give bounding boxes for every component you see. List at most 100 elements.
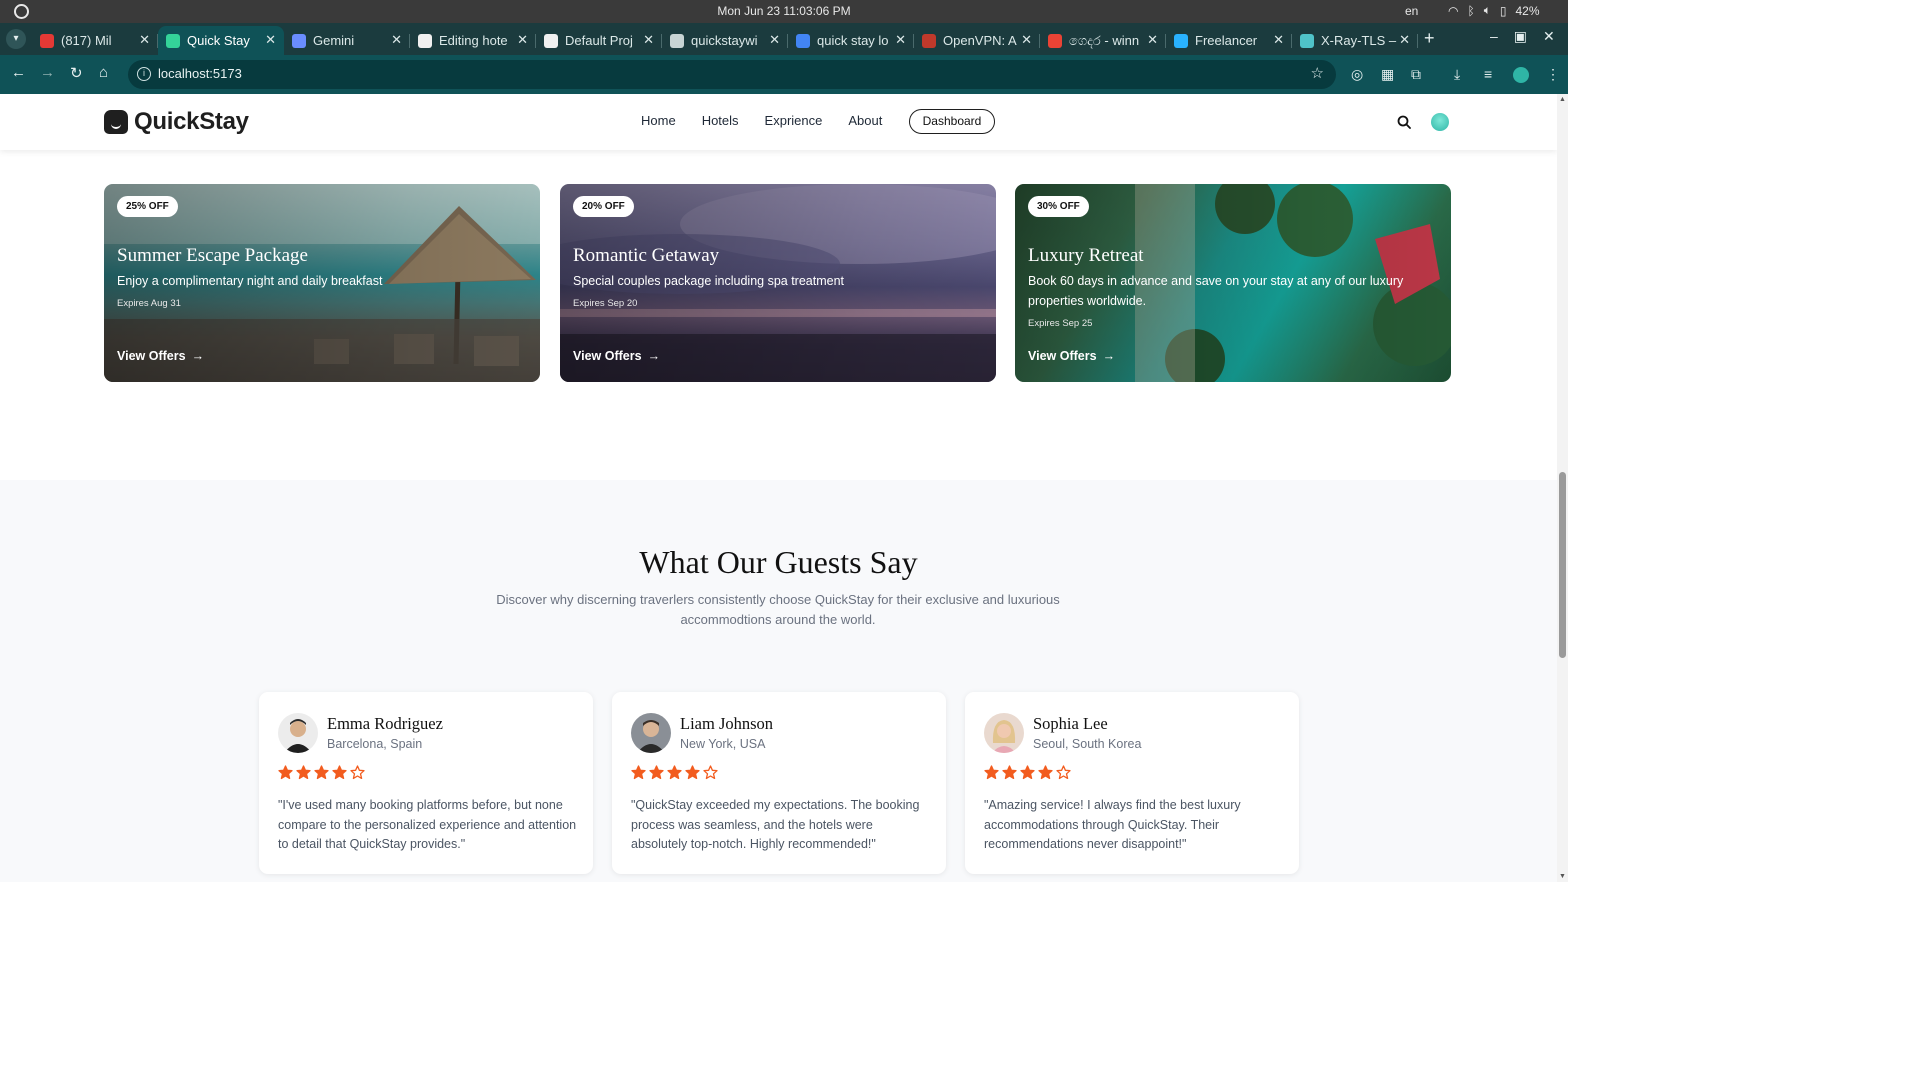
tab-title: Quick Stay bbox=[187, 33, 250, 48]
tab-close-icon[interactable]: ✕ bbox=[139, 32, 150, 48]
bookmark-star-icon[interactable]: ☆ bbox=[1311, 64, 1324, 82]
browser-tab[interactable]: Freelancer ✕ bbox=[1166, 26, 1292, 55]
close-window-icon[interactable]: ✕ bbox=[1543, 28, 1555, 45]
extension-icon[interactable]: ◎ bbox=[1351, 66, 1363, 83]
site-logo[interactable]: QuickStay bbox=[104, 108, 249, 136]
offer-card: 30% OFF Luxury Retreat Book 60 days in a… bbox=[1015, 184, 1451, 382]
nav-link-home[interactable]: Home bbox=[641, 113, 676, 128]
scroll-up-icon[interactable]: ▲ bbox=[1559, 96, 1566, 103]
os-clock[interactable]: Mon Jun 23 11:03:06 PM bbox=[0, 4, 1568, 18]
offer-expiry: Expires Sep 25 bbox=[1028, 318, 1093, 329]
browser-tab[interactable]: quick stay lo ✕ bbox=[788, 26, 914, 55]
nav-link-about[interactable]: About bbox=[848, 113, 882, 128]
search-icon[interactable] bbox=[1397, 115, 1411, 129]
tab-favicon-icon bbox=[922, 33, 936, 48]
browser-tab[interactable]: Gemini ✕ bbox=[284, 26, 410, 55]
discount-badge: 25% OFF bbox=[117, 196, 178, 217]
forward-icon[interactable]: → bbox=[40, 64, 55, 81]
browser-tab[interactable]: Editing hote ✕ bbox=[410, 26, 536, 55]
wifi-icon: ◠ bbox=[1448, 3, 1459, 18]
discount-badge: 20% OFF bbox=[573, 196, 634, 217]
maximize-icon[interactable]: ▣ bbox=[1514, 28, 1527, 45]
user-avatar[interactable] bbox=[1431, 113, 1449, 131]
offer-card: 20% OFF Romantic Getaway Special couples… bbox=[560, 184, 996, 382]
tab-title: quick stay lo bbox=[817, 33, 889, 48]
page-scrollbar[interactable]: ▲ ▼ bbox=[1557, 94, 1568, 882]
new-tab-button[interactable]: + bbox=[1424, 28, 1435, 49]
view-offers-label: View Offers bbox=[117, 349, 186, 363]
url-text[interactable]: localhost:5173 bbox=[158, 66, 242, 81]
tab-favicon-icon bbox=[1300, 33, 1314, 48]
brand-name: QuickStay bbox=[134, 108, 249, 135]
tab-search-icon[interactable]: ▾ bbox=[6, 29, 26, 49]
testimonials-section: What Our Guests Say Discover why discern… bbox=[0, 480, 1557, 882]
guest-name: Sophia Lee bbox=[1033, 714, 1108, 733]
media-controls-icon[interactable]: ≡ bbox=[1484, 66, 1492, 82]
nav-link-experience[interactable]: Exprience bbox=[765, 113, 823, 128]
nav-link-hotels[interactable]: Hotels bbox=[702, 113, 739, 128]
tab-close-icon[interactable]: ✕ bbox=[265, 32, 276, 48]
translate-icon[interactable]: ▦ bbox=[1381, 66, 1394, 83]
browser-tab[interactable]: quickstaywi ✕ bbox=[662, 26, 788, 55]
tab-title: ගෙදර - winn bbox=[1069, 32, 1140, 48]
tab-close-icon[interactable]: ✕ bbox=[1399, 32, 1410, 48]
testimonial-card: Liam Johnson New York, USA "QuickStay ex… bbox=[612, 692, 946, 874]
home-icon[interactable]: ⌂ bbox=[99, 64, 108, 81]
view-offers-link[interactable]: View Offers → bbox=[117, 349, 204, 363]
logo-bag-icon bbox=[104, 110, 128, 134]
offer-title: Luxury Retreat bbox=[1028, 245, 1144, 266]
offer-expiry: Expires Sep 20 bbox=[573, 298, 638, 309]
tab-favicon-icon bbox=[292, 33, 306, 48]
minimize-icon[interactable]: – bbox=[1490, 28, 1498, 45]
star-outline-icon bbox=[703, 765, 718, 780]
address-bar[interactable]: i localhost:5173 ☆ bbox=[128, 60, 1336, 89]
scrollbar-thumb[interactable] bbox=[1559, 472, 1566, 658]
tab-close-icon[interactable]: ✕ bbox=[643, 32, 654, 48]
guest-location: Barcelona, Spain bbox=[327, 737, 423, 751]
browser-tab[interactable]: (817) Mil ✕ bbox=[32, 26, 158, 55]
offer-description: Special couples package including spa tr… bbox=[573, 274, 845, 288]
star-rating bbox=[278, 765, 365, 780]
guest-avatar bbox=[278, 713, 318, 753]
star-filled-icon bbox=[631, 765, 646, 780]
site-info-icon[interactable]: i bbox=[137, 67, 151, 81]
tab-title: quickstaywi bbox=[691, 33, 758, 48]
browser-tab[interactable]: Default Proj ✕ bbox=[536, 26, 662, 55]
offer-description: Enjoy a complimentary night and daily br… bbox=[117, 274, 383, 288]
tab-close-icon[interactable]: ✕ bbox=[517, 32, 528, 48]
browser-menu-icon[interactable]: ⋮ bbox=[1546, 66, 1560, 83]
tab-close-icon[interactable]: ✕ bbox=[769, 32, 780, 48]
window-controls: – ▣ ✕ bbox=[1490, 28, 1555, 45]
star-rating bbox=[631, 765, 718, 780]
profile-avatar[interactable] bbox=[1513, 67, 1529, 83]
tab-close-icon[interactable]: ✕ bbox=[1273, 32, 1284, 48]
view-offers-link[interactable]: View Offers → bbox=[573, 349, 660, 363]
system-tray[interactable]: ◠ ᛒ 🔈︎ ▯ 42% bbox=[1448, 3, 1540, 18]
guest-location: Seoul, South Korea bbox=[1033, 737, 1142, 751]
star-filled-icon bbox=[1020, 765, 1035, 780]
tab-close-icon[interactable]: ✕ bbox=[1021, 32, 1032, 48]
offer-description: Book 60 days in advance and save on your… bbox=[1028, 274, 1404, 308]
tab-favicon-icon bbox=[670, 33, 684, 48]
extensions-puzzle-icon[interactable]: ⧉ bbox=[1411, 66, 1421, 83]
tab-close-icon[interactable]: ✕ bbox=[895, 32, 906, 48]
dashboard-button[interactable]: Dashboard bbox=[909, 109, 995, 134]
tab-close-icon[interactable]: ✕ bbox=[1147, 32, 1158, 48]
view-offers-link[interactable]: View Offers → bbox=[1028, 349, 1115, 363]
download-icon[interactable]: ⤓ bbox=[1454, 66, 1460, 83]
tab-close-icon[interactable]: ✕ bbox=[391, 32, 402, 48]
scroll-down-icon[interactable]: ▼ bbox=[1559, 873, 1566, 880]
tab-title: Editing hote bbox=[439, 33, 508, 48]
back-icon[interactable]: ← bbox=[11, 64, 26, 81]
browser-tab[interactable]: Quick Stay ✕ bbox=[158, 26, 284, 55]
browser-tab[interactable]: OpenVPN: A ✕ bbox=[914, 26, 1040, 55]
star-filled-icon bbox=[649, 765, 664, 780]
testimonial-quote: "I've used many booking platforms before… bbox=[278, 798, 577, 852]
browser-tab[interactable]: X-Ray-TLS – ✕ bbox=[1292, 26, 1418, 55]
keyboard-language[interactable]: en bbox=[1405, 4, 1418, 18]
browser-tab[interactable]: ගෙදර - winn ✕ bbox=[1040, 26, 1166, 55]
view-offers-label: View Offers bbox=[1028, 349, 1097, 363]
reload-icon[interactable]: ↻ bbox=[70, 64, 83, 82]
offer-title: Romantic Getaway bbox=[573, 245, 720, 266]
tab-title: X-Ray-TLS – bbox=[1321, 33, 1397, 48]
